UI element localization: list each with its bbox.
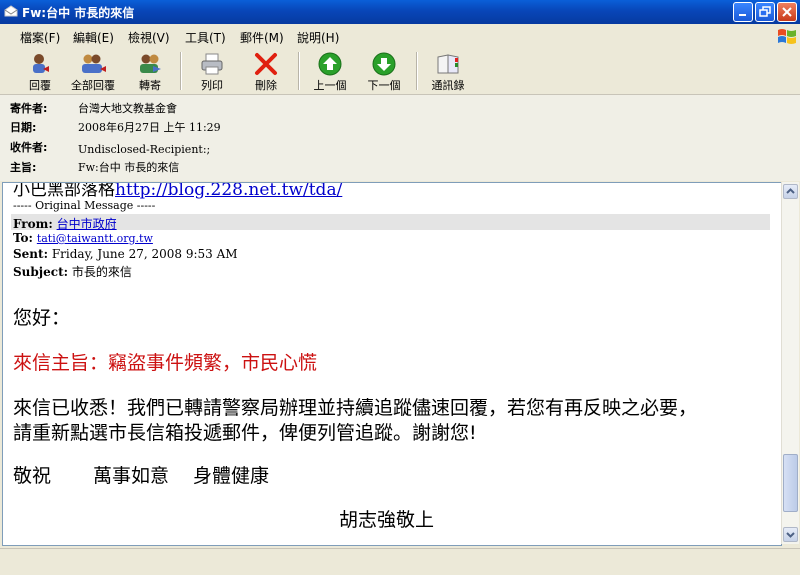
- reply-label: 回覆: [29, 79, 51, 92]
- menu-view[interactable]: 檢視(V): [128, 29, 170, 46]
- original-from-link[interactable]: 台中市政府: [57, 217, 117, 231]
- message-header: 寄件者: 台灣大地文教基金會 日期: 2008年6月27日 上午 11:29 收…: [0, 95, 800, 181]
- signature: 胡志強敬上: [339, 509, 435, 531]
- reply-all-label: 全部回覆: [71, 79, 115, 92]
- window-title: Fw:台中 市長的來信: [22, 6, 135, 20]
- original-sent-value: Friday, June 27, 2008 9:53 AM: [51, 247, 238, 261]
- reply-all-icon: [82, 54, 106, 73]
- original-to-link[interactable]: tati@taiwantt.org.tw: [37, 232, 153, 245]
- to-label: 收件者:: [10, 141, 48, 154]
- scroll-thumb[interactable]: [783, 454, 798, 512]
- minimize-icon: [739, 14, 746, 16]
- menu-help[interactable]: 說明(H): [297, 29, 339, 46]
- minimize-button[interactable]: [733, 2, 753, 22]
- windows-logo-icon: [778, 29, 796, 44]
- original-to-label: To:: [13, 231, 33, 245]
- menu-file[interactable]: 檔案(F): [20, 29, 60, 46]
- menu-message[interactable]: 郵件(M): [240, 29, 284, 46]
- original-subject-value: 市長的來信: [71, 265, 132, 279]
- forward-button[interactable]: 轉寄: [130, 50, 170, 92]
- blog-link[interactable]: http://blog.228.net.tw/tda/: [115, 183, 342, 200]
- original-sent-row: Sent: Friday, June 27, 2008 9:53 AM: [13, 247, 238, 261]
- blog-prefix: 小巴黑部落格: [13, 182, 115, 200]
- arrow-up-icon: [318, 52, 342, 76]
- previous-button[interactable]: 上一個: [308, 50, 352, 92]
- close-icon: [782, 7, 792, 17]
- title-bar: Fw:台中 市長的來信: [0, 0, 800, 24]
- forward-label: 轉寄: [139, 79, 161, 92]
- original-from-row: From: 台中市政府: [13, 215, 117, 232]
- subject-label: 主旨:: [10, 161, 37, 174]
- closing-3: 身體健康: [193, 465, 270, 487]
- maximize-button[interactable]: [755, 2, 775, 22]
- vertical-scrollbar[interactable]: [781, 182, 799, 544]
- previous-label: 上一個: [313, 79, 347, 92]
- chevron-up-icon: [786, 188, 795, 194]
- address-book-icon: [437, 54, 459, 74]
- menu-bar: 檔案(F) 編輯(E) 檢視(V) 工具(T) 郵件(M) 說明(H): [0, 24, 800, 49]
- close-button[interactable]: [777, 2, 797, 22]
- addresses-label: 通訊錄: [431, 79, 465, 92]
- closing-2: 萬事如意: [93, 465, 170, 487]
- toolbar-separator: [180, 52, 182, 90]
- addresses-button[interactable]: 通訊錄: [426, 50, 470, 92]
- blog-line: 小巴黑部落格http://blog.228.net.tw/tda/: [13, 182, 342, 200]
- original-to-row: To: tati@taiwantt.org.tw: [13, 231, 153, 245]
- from-value[interactable]: 台灣大地文教基金會: [78, 100, 177, 116]
- date-value: 2008年6月27日 上午 11:29: [78, 121, 221, 134]
- menu-edit[interactable]: 編輯(E): [73, 29, 114, 46]
- subject-value: Fw:台中 市長的來信: [78, 161, 180, 174]
- scroll-down-button[interactable]: [783, 527, 798, 542]
- arrow-down-icon: [372, 52, 396, 76]
- delete-icon: [255, 53, 277, 75]
- original-subject-row: Subject: 市長的來信: [13, 263, 132, 280]
- next-button[interactable]: 下一個: [362, 50, 406, 92]
- print-label: 列印: [201, 79, 223, 92]
- status-bar: [0, 548, 800, 575]
- to-value: Undisclosed-Recipient:;: [78, 143, 211, 156]
- delete-button[interactable]: 刪除: [246, 50, 286, 92]
- original-sent-label: Sent:: [13, 247, 48, 261]
- topic-line: 來信主旨：竊盜事件頻繁，市民心慌: [13, 352, 318, 374]
- date-label: 日期:: [10, 121, 37, 134]
- paragraph-line-2: 請重新點選市長信箱投遞郵件，俾便列管追蹤。謝謝您!: [13, 422, 477, 444]
- from-label: 寄件者:: [10, 102, 48, 115]
- chevron-down-icon: [786, 532, 795, 538]
- reply-button[interactable]: 回覆: [20, 50, 60, 92]
- scroll-up-button[interactable]: [783, 184, 798, 199]
- forward-icon: [140, 54, 161, 73]
- toolbar-separator: [416, 52, 418, 90]
- from-highlight: [11, 214, 770, 230]
- toolbar-separator: [298, 52, 300, 90]
- greeting: 您好：: [13, 307, 71, 329]
- original-message-divider: ----- Original Message -----: [13, 199, 156, 212]
- original-from-label: From:: [13, 217, 53, 231]
- reply-all-button[interactable]: 全部回覆: [66, 50, 120, 92]
- print-button[interactable]: 列印: [192, 50, 232, 92]
- mail-icon: [4, 5, 18, 17]
- next-label: 下一個: [367, 79, 401, 92]
- paragraph-line-1: 來信已收悉！我們已轉請警察局辦理並持續追蹤儘速回覆，若您有再反映之必要，: [13, 397, 698, 419]
- reply-icon: [33, 54, 49, 73]
- message-body[interactable]: 小巴黑部落格http://blog.228.net.tw/tda/ ----- …: [2, 182, 782, 546]
- printer-icon: [201, 53, 223, 75]
- toolbar: 回覆 全部回覆 轉寄 列印 刪除 上一個 下一個 通訊錄: [0, 48, 800, 95]
- closing-1: 敬祝: [13, 465, 52, 487]
- restore-icon: [759, 6, 771, 17]
- original-subject-label: Subject:: [13, 265, 69, 279]
- menu-tools[interactable]: 工具(T): [185, 29, 226, 46]
- delete-label: 刪除: [255, 79, 277, 92]
